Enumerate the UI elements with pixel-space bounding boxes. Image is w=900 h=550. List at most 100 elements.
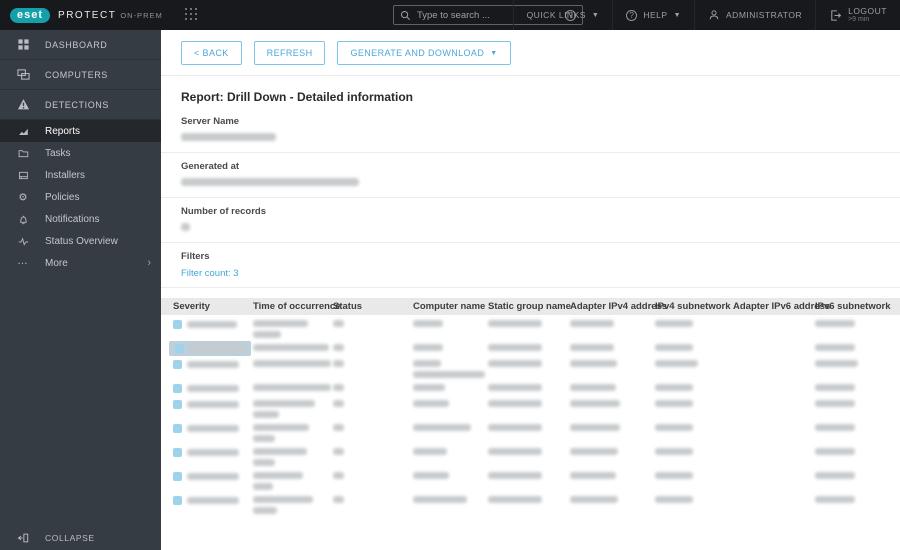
column-header-adapter-ipv4-address[interactable]: Adapter IPv4 address: [570, 298, 667, 315]
chevron-down-icon: ▼: [490, 49, 498, 57]
adapter-ipv6-cell: [733, 339, 815, 344]
computer-name-cell: [413, 491, 488, 503]
redacted-text: [655, 496, 693, 503]
product-name: PROTECT: [58, 9, 117, 21]
column-header-status[interactable]: Status: [333, 298, 413, 315]
collapse-button[interactable]: COLLAPSE: [0, 525, 161, 550]
redacted-text: [815, 320, 855, 327]
logout-label: LOGOUT: [848, 5, 887, 16]
sidebar-item-notifications[interactable]: Notifications: [0, 208, 161, 230]
redacted-text: [815, 360, 858, 367]
back-button[interactable]: < BACK: [181, 41, 242, 65]
logout-icon: [829, 9, 842, 22]
redacted-text: [570, 448, 618, 455]
sidebar-item-detections[interactable]: DETECTIONS: [0, 90, 161, 120]
sidebar-item-tasks[interactable]: Tasks: [0, 142, 161, 164]
help-menu[interactable]: ? HELP ▼: [612, 0, 694, 30]
static-group-cell: [488, 379, 570, 391]
redacted-text: [253, 424, 309, 431]
column-header-static-group-name[interactable]: Static group name: [488, 298, 571, 315]
column-header-ipv4-subnetwork[interactable]: IPv4 subnetwork: [655, 298, 733, 315]
app-grid-icon[interactable]: [184, 8, 199, 22]
column-header-adapter-ipv6-address[interactable]: Adapter IPv6 address: [733, 298, 830, 315]
redacted-text: [488, 320, 542, 327]
sidebar-item-more[interactable]: ⋯ More ›: [0, 252, 161, 274]
table-row[interactable]: [161, 379, 900, 395]
status-cell: [333, 467, 413, 479]
sidebar-item-installers[interactable]: Installers: [0, 164, 161, 186]
redacted-text: [333, 400, 344, 407]
redacted-text: [655, 400, 693, 407]
redacted-text: [815, 424, 855, 431]
redacted-text: [655, 448, 693, 455]
redacted-text: [488, 496, 542, 503]
sidebar-item-computers[interactable]: COMPUTERS: [0, 60, 161, 90]
toolbar: < BACK REFRESH GENERATE AND DOWNLOAD ▼: [161, 30, 900, 76]
filter-count-link[interactable]: Filter count: 3: [181, 268, 239, 279]
eset-logo: eset: [10, 7, 51, 23]
sidebar-item-dashboard[interactable]: DASHBOARD: [0, 30, 161, 60]
table-row[interactable]: [161, 419, 900, 443]
redacted-text: [815, 448, 855, 455]
redacted-text: [333, 344, 344, 351]
adapter-ipv4-cell: [570, 443, 655, 455]
column-header-time-of-occurrence[interactable]: Time of occurrence: [253, 298, 340, 315]
logout-button[interactable]: LOGOUT >9 min: [815, 0, 900, 30]
table-row[interactable]: [161, 443, 900, 467]
reports-icon: [17, 125, 28, 136]
user-menu[interactable]: ADMINISTRATOR: [694, 0, 815, 30]
sidebar: DASHBOARD COMPUTERS DETECTIONS Reports Tasks…: [0, 30, 161, 550]
refresh-button[interactable]: REFRESH: [253, 41, 326, 65]
generate-and-download-button[interactable]: GENERATE AND DOWNLOAD ▼: [337, 41, 511, 65]
column-header-computer-name[interactable]: Computer name: [413, 298, 488, 315]
table-row[interactable]: [161, 315, 900, 339]
static-group-cell: [488, 339, 570, 351]
computer-name-cell: [413, 379, 488, 391]
severity-cell: [173, 400, 239, 409]
static-group-cell: [488, 443, 570, 455]
adapter-ipv4-cell: [570, 379, 655, 391]
sidebar-item-label: Installers: [45, 169, 86, 181]
status-cell: [333, 339, 413, 351]
sidebar-item-reports[interactable]: Reports: [0, 120, 161, 142]
redacted-text: [253, 411, 279, 418]
status-cell: [333, 395, 413, 407]
chevron-down-icon: ▼: [673, 11, 682, 19]
field-label: Generated at: [181, 161, 240, 172]
table-row[interactable]: [161, 491, 900, 515]
report-field-generated-at: Generated at: [161, 153, 900, 198]
filters-section: Filters Filter count: 3: [161, 243, 900, 288]
adapter-ipv4-cell: [570, 395, 655, 407]
table-row[interactable]: [161, 467, 900, 491]
redacted-text: [253, 496, 313, 503]
redacted-text: [655, 320, 693, 327]
redacted-text: [488, 360, 542, 367]
table-row[interactable]: [161, 355, 900, 379]
redacted-text: [413, 424, 471, 431]
ipv4-subnetwork-cell: [655, 379, 733, 391]
column-header-ipv6-subnetwork[interactable]: IPv6 subnetwork: [815, 298, 892, 315]
status-cell: [333, 379, 413, 391]
time-cell: [253, 395, 333, 418]
redacted-text: [333, 472, 344, 479]
table-row[interactable]: [161, 339, 900, 356]
sidebar-item-policies[interactable]: ⚙ Policies: [0, 186, 161, 208]
quick-links-menu[interactable]: QUICK LINKS ▼: [512, 0, 613, 30]
redacted-text: [187, 361, 239, 368]
severity-cell: [173, 424, 239, 433]
redacted-text: [655, 344, 693, 351]
status-cell: [333, 419, 413, 431]
computer-name-cell: [413, 339, 488, 351]
redacted-text: [815, 496, 855, 503]
quick-links-label: QUICK LINKS: [526, 10, 586, 20]
redacted-text: [488, 384, 542, 391]
time-cell: [253, 379, 333, 391]
redacted-text: [413, 400, 449, 407]
adapter-ipv6-cell: [733, 315, 815, 320]
sidebar-nav: DASHBOARD COMPUTERS DETECTIONS Reports Tasks…: [0, 30, 161, 274]
sidebar-item-status-overview[interactable]: Status Overview: [0, 230, 161, 252]
redacted-text: [488, 344, 542, 351]
column-header-severity[interactable]: Severity: [173, 298, 253, 315]
user-icon: [708, 9, 720, 21]
table-row[interactable]: [161, 395, 900, 419]
